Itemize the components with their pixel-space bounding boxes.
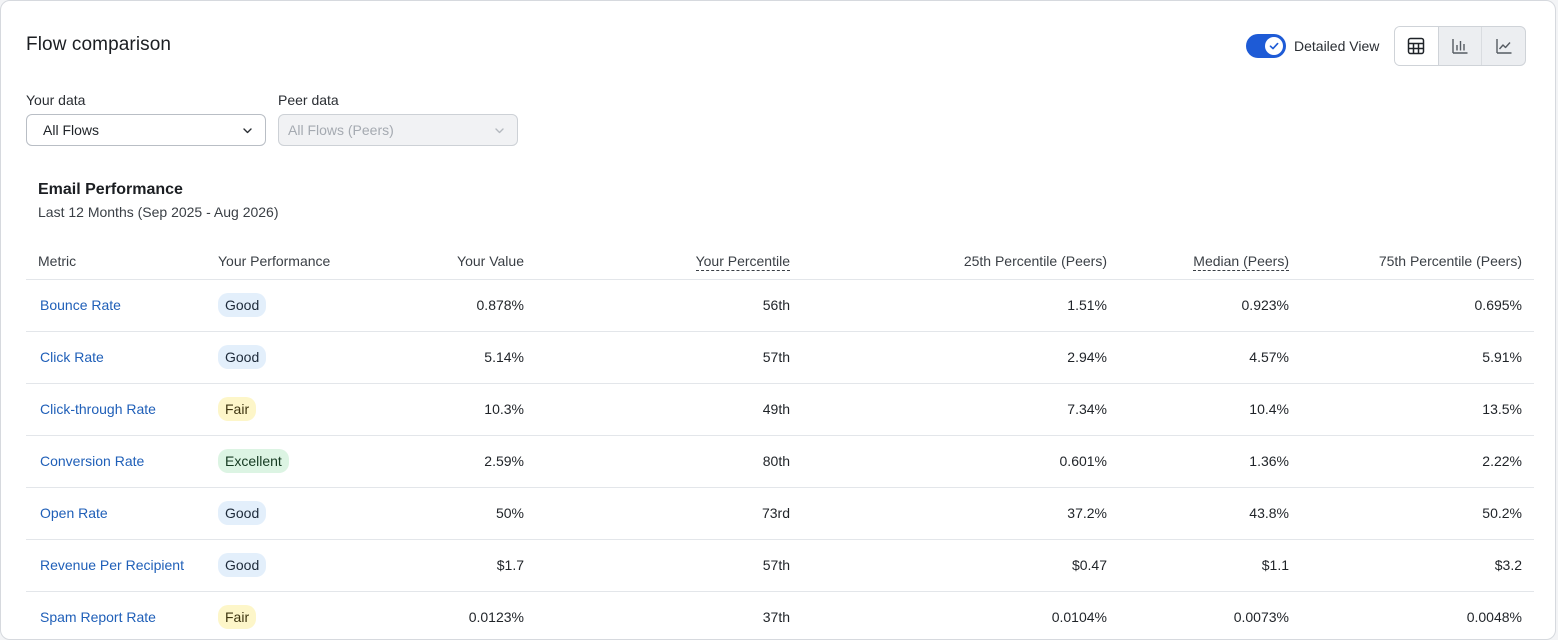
your-value: $1.7: [496, 557, 524, 573]
header-metric: Metric: [38, 253, 77, 269]
peer-data-label: Peer data: [278, 92, 339, 108]
peer-p75: 50.2%: [1482, 505, 1522, 521]
table-row: Conversion Rate Excellent 2.59% 80th 0.601% 1…: [26, 436, 1534, 488]
your-percentile: 80th: [762, 453, 790, 469]
metric-link[interactable]: Bounce Rate: [40, 297, 121, 313]
peer-p75: 0.0048%: [1466, 609, 1522, 625]
peer-p25: 0.601%: [1059, 453, 1107, 469]
check-icon: [1265, 37, 1283, 55]
your-value: 10.3%: [484, 401, 524, 417]
chevron-down-icon: [495, 128, 504, 134]
your-percentile: 49th: [762, 401, 790, 417]
header-p25: 25th Percentile (Peers): [963, 253, 1107, 269]
bar-chart-icon: [1452, 39, 1468, 54]
performance-badge: Good: [218, 501, 267, 525]
your-data-select[interactable]: All Flows: [26, 114, 266, 146]
performance-badge: Fair: [218, 605, 257, 629]
table-icon: [1408, 37, 1425, 55]
metric-link[interactable]: Revenue Per Recipient: [40, 557, 184, 573]
peer-median: 1.36%: [1249, 453, 1289, 469]
chevron-down-icon: [243, 128, 252, 134]
header-median[interactable]: Median (Peers): [1193, 253, 1289, 271]
peer-median: $1.1: [1261, 557, 1289, 573]
metric-link[interactable]: Open Rate: [40, 505, 108, 521]
page-title: Flow comparison: [26, 34, 172, 55]
table-row: Open Rate Good 50% 73rd 37.2% 43.8% 50.2%: [26, 488, 1534, 540]
peer-p25: 0.0104%: [1051, 609, 1107, 625]
peer-data-value: All Flows (Peers): [288, 122, 394, 138]
header-percentile-text: Your Percentile: [695, 253, 790, 271]
table-header: Metric Your Performance Your Value Your …: [26, 243, 1534, 280]
header-value: Your Value: [457, 253, 524, 269]
your-value: 0.0123%: [468, 609, 524, 625]
your-percentile: 56th: [762, 297, 790, 313]
your-percentile: 57th: [762, 557, 790, 573]
header-percentile[interactable]: Your Percentile: [695, 253, 790, 271]
peer-data-select[interactable]: All Flows (Peers): [278, 114, 518, 146]
performance-badge: Good: [218, 553, 267, 577]
bar-chart-view-button[interactable]: [1439, 27, 1483, 65]
flow-comparison-card: Flow comparison Detailed View Your data …: [0, 0, 1556, 640]
table-row: Click-through Rate Fair 10.3% 49th 7.34% 10.4…: [26, 384, 1534, 436]
section-subtitle: Last 12 Months (Sep 2025 - Aug 2026): [38, 204, 279, 220]
your-percentile: 37th: [762, 609, 790, 625]
table-view-button[interactable]: [1395, 27, 1439, 65]
peer-p25: $0.47: [1071, 557, 1107, 573]
your-data-label: Your data: [26, 92, 86, 108]
metric-link[interactable]: Click Rate: [40, 349, 104, 365]
peer-p25: 37.2%: [1067, 505, 1107, 521]
table-row: Click Rate Good 5.14% 57th 2.94% 4.57% 5.91%: [26, 332, 1534, 384]
peer-p75: $3.2: [1494, 557, 1522, 573]
performance-table: Metric Your Performance Your Value Your …: [26, 243, 1534, 639]
detailed-view-label: Detailed View: [1294, 38, 1380, 54]
peer-p75: 5.91%: [1482, 349, 1522, 365]
peer-p25: 7.34%: [1067, 401, 1107, 417]
table-row: Revenue Per Recipient Good $1.7 57th $0.47 $1…: [26, 540, 1534, 592]
your-percentile: 57th: [762, 349, 790, 365]
metric-link[interactable]: Conversion Rate: [40, 453, 144, 469]
header-performance: Your Performance: [218, 253, 331, 269]
view-switch: [1394, 26, 1526, 66]
peer-p25: 1.51%: [1067, 297, 1107, 313]
metric-link[interactable]: Spam Report Rate: [40, 609, 156, 625]
your-value: 0.878%: [476, 297, 524, 313]
table-row: Bounce Rate Good 0.878% 56th 1.51% 0.923% 0.69…: [26, 280, 1534, 332]
peer-median: 43.8%: [1249, 505, 1289, 521]
line-chart-icon: [1495, 39, 1512, 54]
peer-p75: 2.22%: [1482, 453, 1522, 469]
your-percentile: 73rd: [761, 505, 790, 521]
section-title: Email Performance: [38, 181, 183, 198]
performance-badge: Excellent: [218, 449, 289, 473]
peer-median: 10.4%: [1249, 401, 1289, 417]
peer-median: 0.923%: [1241, 297, 1289, 313]
peer-median: 0.0073%: [1233, 609, 1289, 625]
your-data-value: All Flows: [43, 122, 100, 138]
line-chart-view-button[interactable]: [1482, 27, 1525, 65]
table-body: Bounce Rate Good 0.878% 56th 1.51% 0.923% 0.69…: [26, 280, 1534, 639]
header-median-text: Median (Peers): [1193, 253, 1289, 271]
your-value: 5.14%: [484, 349, 524, 365]
header-p75: 75th Percentile (Peers): [1378, 253, 1522, 269]
your-value: 50%: [495, 505, 524, 521]
peer-p75: 0.695%: [1474, 297, 1522, 313]
performance-badge: Good: [218, 345, 267, 369]
peer-p75: 13.5%: [1482, 401, 1522, 417]
table-row: Spam Report Rate Fair 0.0123% 37th 0.0104% 0.…: [26, 592, 1534, 639]
detailed-view-toggle[interactable]: [1246, 34, 1286, 58]
metric-link[interactable]: Click-through Rate: [40, 401, 156, 417]
performance-badge: Good: [218, 293, 267, 317]
your-value: 2.59%: [484, 453, 524, 469]
peer-median: 4.57%: [1249, 349, 1289, 365]
performance-badge: Fair: [218, 397, 257, 421]
peer-p25: 2.94%: [1067, 349, 1107, 365]
